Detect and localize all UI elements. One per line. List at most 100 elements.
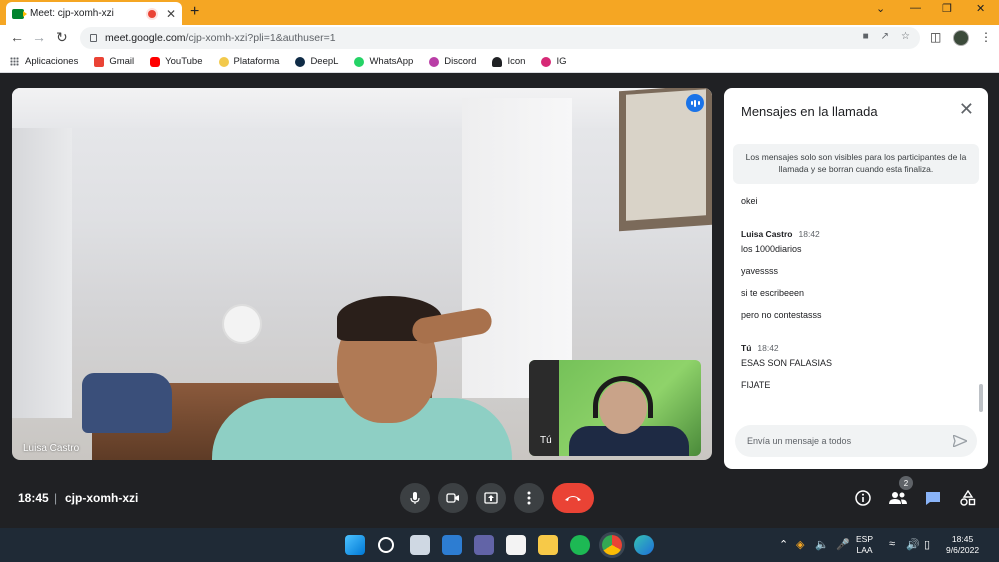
minimize-window-button[interactable]: — bbox=[910, 2, 921, 14]
address-bar[interactable]: meet.google.com/cjp-xomh-xzi?pli=1&authu… bbox=[80, 27, 920, 49]
whatsapp-icon bbox=[354, 56, 365, 67]
chat-message-text: yavessss bbox=[741, 266, 779, 276]
microsoft-store-icon[interactable] bbox=[506, 535, 526, 555]
new-tab-button[interactable]: + bbox=[190, 3, 199, 21]
headset-graphic bbox=[593, 376, 653, 418]
chat-scrollbar[interactable] bbox=[979, 384, 983, 412]
meeting-code: cjp-xomh-xzi bbox=[65, 491, 139, 505]
youtube-icon bbox=[150, 56, 161, 67]
hang-up-icon bbox=[565, 496, 581, 501]
video-room-ceiling bbox=[12, 88, 712, 128]
task-view-icon[interactable] bbox=[410, 535, 430, 555]
bookmark-plataforma[interactable]: Plataforma bbox=[218, 56, 280, 67]
chrome-icon[interactable] bbox=[602, 535, 622, 555]
side-panel-icon[interactable]: ◫ bbox=[930, 30, 941, 44]
tray-overflow-chevron-icon[interactable]: ⌃ bbox=[779, 538, 788, 551]
bookmark-gmail[interactable]: Gmail bbox=[94, 56, 134, 67]
chat-panel-title: Mensajes en la llamada bbox=[741, 104, 878, 119]
chat-input-container bbox=[735, 425, 977, 457]
camera-button[interactable] bbox=[438, 483, 468, 513]
send-message-icon[interactable] bbox=[953, 435, 967, 447]
close-chat-button[interactable]: ✕ bbox=[959, 100, 974, 118]
microphone-tray-icon[interactable]: 🎤 bbox=[836, 538, 850, 551]
bookmark-label: Discord bbox=[444, 56, 477, 67]
bookmark-icon[interactable]: Icon bbox=[492, 56, 525, 67]
file-explorer-icon[interactable] bbox=[538, 535, 558, 555]
people-button[interactable] bbox=[887, 487, 909, 509]
volume-icon[interactable]: 🔊 bbox=[906, 538, 920, 551]
profile-avatar[interactable] bbox=[953, 30, 969, 46]
share-icon[interactable]: ↗ bbox=[881, 31, 889, 42]
tab-close-button[interactable]: ✕ bbox=[166, 7, 176, 21]
bookmark-aplicaciones[interactable]: Aplicaciones bbox=[10, 56, 78, 67]
chat-bubble-icon bbox=[926, 491, 940, 505]
bookmark-label: Plataforma bbox=[233, 56, 280, 67]
reload-icon[interactable]: ↻ bbox=[56, 29, 68, 46]
back-arrow-icon[interactable]: ← bbox=[10, 29, 24, 45]
taskbar-time: 18:45 bbox=[951, 534, 974, 544]
self-view-video[interactable]: Tú bbox=[529, 360, 701, 456]
lock-icon bbox=[90, 34, 97, 42]
meeting-details-button[interactable] bbox=[852, 487, 874, 509]
edge-icon[interactable] bbox=[634, 535, 654, 555]
video-clothes bbox=[82, 373, 172, 433]
meeting-clock: 18:45 bbox=[18, 491, 49, 505]
widgets-icon[interactable] bbox=[442, 535, 462, 555]
windows-start-icon[interactable] bbox=[345, 535, 365, 555]
taskbar-clock[interactable]: 18:45 9/6/2022 bbox=[946, 534, 979, 556]
bookmark-label: Aplicaciones bbox=[25, 56, 79, 67]
bookmark-label: WhatsApp bbox=[369, 56, 414, 67]
activities-button[interactable] bbox=[957, 487, 979, 509]
present-screen-button[interactable] bbox=[476, 483, 506, 513]
speaking-indicator-icon bbox=[686, 94, 704, 112]
search-icon[interactable] bbox=[378, 537, 394, 553]
chrome-menu-icon[interactable]: ⋮ bbox=[980, 30, 992, 44]
microphone-icon bbox=[410, 492, 420, 504]
camera-in-use-icon[interactable]: ■ bbox=[863, 31, 869, 42]
maximize-window-button[interactable]: ❐ bbox=[942, 2, 952, 15]
video-room-wall bbox=[12, 128, 72, 418]
url-path: /cjp-xomh-xzi?pli=1&authuser=1 bbox=[185, 32, 336, 44]
video-lamp bbox=[222, 304, 262, 344]
instagram-icon bbox=[541, 56, 552, 67]
chat-message-text: ESAS SON FALASIAS bbox=[741, 358, 833, 368]
forward-arrow-icon[interactable]: → bbox=[32, 29, 46, 45]
browser-tab-meet[interactable]: Meet: cjp-xomh-xzi ✕ bbox=[6, 2, 182, 25]
browser-toolbar: ← → ↻ meet.google.com/cjp-xomh-xzi?pli=1… bbox=[0, 25, 999, 51]
speaker-icon[interactable]: 🔈 bbox=[815, 538, 829, 551]
bookmark-whatsapp[interactable]: WhatsApp bbox=[354, 56, 413, 67]
chat-message-list: okei Luisa Castro 18:42 los 1000diarios yave… bbox=[741, 194, 971, 400]
more-options-button[interactable] bbox=[514, 483, 544, 513]
battery-icon[interactable]: ▯ bbox=[924, 538, 930, 551]
bookmark-ig[interactable]: IG bbox=[541, 56, 566, 67]
activities-shapes-icon bbox=[960, 490, 976, 506]
bookmark-star-icon[interactable]: ☆ bbox=[901, 31, 910, 42]
microphone-button[interactable] bbox=[400, 483, 430, 513]
gmail-icon bbox=[94, 56, 105, 67]
more-vert-icon bbox=[527, 491, 531, 505]
chat-message-time: 18:42 bbox=[798, 229, 820, 239]
input-language-indicator[interactable]: ESP LAA bbox=[856, 534, 873, 556]
chat-sender-name: Tú bbox=[741, 343, 752, 353]
tray-app-icon[interactable]: ◈ bbox=[796, 538, 804, 551]
bookmark-label: YouTube bbox=[165, 56, 203, 67]
wifi-icon[interactable]: ≈ bbox=[889, 538, 895, 550]
bookmark-label: DeepL bbox=[310, 56, 339, 67]
self-view-label: Tú bbox=[540, 435, 552, 446]
chat-button[interactable] bbox=[922, 487, 944, 509]
spotify-icon[interactable] bbox=[570, 535, 590, 555]
keyboard-layout: LAA bbox=[856, 545, 873, 555]
close-window-button[interactable]: ✕ bbox=[976, 2, 985, 15]
icon-bookmark-icon bbox=[492, 56, 503, 67]
bookmark-youtube[interactable]: YouTube bbox=[150, 56, 203, 67]
deepl-icon bbox=[295, 56, 306, 67]
tab-search-chevron-icon[interactable]: ⌄ bbox=[876, 2, 885, 15]
teams-chat-icon[interactable] bbox=[474, 535, 494, 555]
plataforma-icon bbox=[218, 56, 229, 67]
bookmark-deepl[interactable]: DeepL bbox=[295, 56, 338, 67]
bookmark-discord[interactable]: Discord bbox=[429, 56, 476, 67]
chat-message-input[interactable] bbox=[747, 436, 953, 446]
chat-message-text: si te escribeeen bbox=[741, 288, 805, 298]
video-camera-icon bbox=[446, 493, 459, 503]
leave-call-button[interactable] bbox=[552, 483, 594, 513]
